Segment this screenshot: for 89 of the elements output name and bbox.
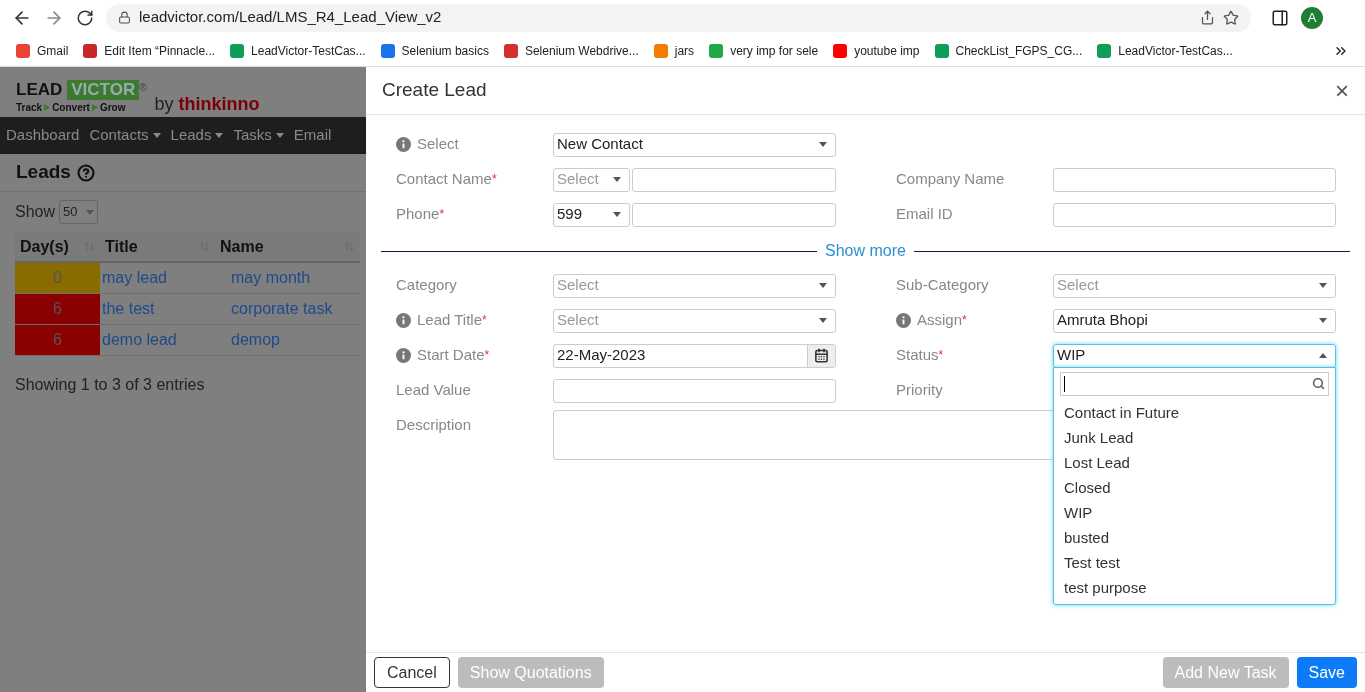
- field-label: Email ID: [896, 204, 953, 225]
- brand-text: by thinkinno: [154, 93, 260, 115]
- footer-button[interactable]: Save: [1296, 657, 1357, 688]
- show-label: Show: [15, 202, 56, 222]
- nav-item[interactable]: Dashboard: [6, 124, 80, 147]
- page-heading: Leads: [16, 160, 71, 185]
- nav-item[interactable]: Leads: [170, 124, 212, 147]
- bookmark[interactable]: LeadVictor-TestCas...: [1097, 41, 1233, 60]
- select-field[interactable]: Amruta Bhopi: [1053, 308, 1336, 333]
- field-label: Lead Title: [417, 310, 483, 331]
- page-size-select[interactable]: 50: [59, 200, 98, 224]
- profile-avatar[interactable]: A: [1301, 6, 1323, 29]
- table-cell: 6: [15, 294, 100, 324]
- share-icon[interactable]: [1200, 10, 1215, 25]
- required-mark: *: [491, 171, 497, 189]
- text-field[interactable]: [1053, 167, 1336, 192]
- entries-info: Showing 1 to 3 of 3 entries: [14, 375, 206, 395]
- table-cell: 6: [15, 325, 100, 355]
- field-label: Sub-Category: [896, 275, 989, 296]
- date-field[interactable]: 22-May-2023: [553, 343, 836, 368]
- caret-icon: [819, 318, 827, 323]
- caret-icon: [613, 177, 621, 182]
- bookmark[interactable]: Gmail: [16, 41, 69, 60]
- help-icon[interactable]: [76, 163, 95, 182]
- caret-icon: [1319, 283, 1327, 288]
- dropdown-option[interactable]: WIP: [1060, 499, 1329, 525]
- search-field[interactable]: [1060, 371, 1329, 396]
- select-field[interactable]: New Contact: [553, 132, 836, 157]
- star-icon[interactable]: [1223, 9, 1239, 26]
- logo: LEAD VICTOR ® Track Convert Grow: [16, 80, 147, 115]
- field-label: Status: [896, 345, 939, 366]
- caret-icon: [819, 283, 827, 288]
- field-label: Category: [396, 275, 457, 296]
- modal-title: Create Lead: [382, 78, 487, 103]
- bookmark[interactable]: Selenium Webdrive...: [503, 41, 639, 60]
- field-label: Description: [396, 415, 473, 435]
- caret-icon: [1319, 318, 1327, 323]
- table-cell: 0: [15, 263, 100, 293]
- bookmark[interactable]: very imp for sele: [709, 41, 819, 60]
- text-field[interactable]: [553, 378, 836, 403]
- column-header[interactable]: Title: [100, 234, 215, 259]
- field-label: Priority: [896, 380, 943, 401]
- bookmark[interactable]: Edit Item “Pinnacle...: [83, 41, 216, 60]
- field-label: Select: [417, 134, 459, 155]
- required-mark: *: [482, 312, 487, 330]
- dropdown-option[interactable]: Closed: [1060, 474, 1329, 500]
- bookmark[interactable]: CheckList_FGPS_CG...: [934, 41, 1083, 60]
- bookmark[interactable]: Selenium basics: [380, 41, 489, 60]
- required-mark: *: [938, 347, 944, 365]
- text-field[interactable]: [632, 202, 836, 227]
- required-mark: *: [962, 312, 967, 330]
- field-label: Company Name: [896, 169, 1005, 190]
- required-mark: *: [484, 347, 490, 365]
- close-button[interactable]: ×: [1335, 78, 1349, 103]
- required-mark: *: [439, 206, 445, 224]
- nav-item[interactable]: Email: [293, 124, 332, 147]
- column-header[interactable]: Name: [215, 234, 360, 259]
- show-more-link[interactable]: Show more: [825, 239, 906, 263]
- footer-button[interactable]: Cancel: [374, 657, 450, 688]
- lock-icon: [118, 11, 131, 24]
- field-label: Contact Name: [396, 169, 492, 190]
- caret-icon: [1319, 353, 1327, 358]
- caret-icon: [819, 142, 827, 147]
- dropdown-option[interactable]: Junk Lead: [1060, 424, 1329, 450]
- text-field[interactable]: [1053, 202, 1336, 227]
- field-label: Phone: [396, 204, 440, 225]
- dropdown-option[interactable]: test purpose: [1060, 574, 1329, 600]
- side-panel-icon[interactable]: [1271, 8, 1289, 27]
- reload-icon[interactable]: [76, 8, 94, 27]
- dropdown-option[interactable]: busted: [1060, 524, 1329, 550]
- text-field[interactable]: [632, 167, 836, 192]
- field-label: Assign: [917, 310, 963, 331]
- search-icon: [1312, 377, 1325, 390]
- bookmark[interactable]: youtube imp: [833, 41, 920, 60]
- column-header[interactable]: Day(s): [15, 234, 100, 259]
- select-field[interactable]: 599: [553, 202, 630, 227]
- caret-icon: [613, 212, 621, 217]
- nav-item[interactable]: Contacts: [89, 124, 149, 147]
- bookmark[interactable]: jars: [653, 41, 695, 60]
- bookmark[interactable]: LeadVictor-TestCas...: [230, 41, 366, 60]
- field-label: Lead Value: [396, 380, 471, 401]
- caret-icon: [85, 209, 94, 215]
- field-label: Start Date: [417, 345, 485, 366]
- dropdown-option[interactable]: Contact in Future: [1060, 399, 1329, 425]
- calendar-icon: [814, 348, 829, 363]
- nav-item[interactable]: Tasks: [233, 124, 272, 147]
- dropdown-option[interactable]: Lost Lead: [1060, 449, 1329, 475]
- address-bar[interactable]: leadvictor.com/Lead/LMS_R4_Lead_View_v2: [106, 3, 1251, 32]
- dropdown-option[interactable]: Test test: [1060, 549, 1329, 575]
